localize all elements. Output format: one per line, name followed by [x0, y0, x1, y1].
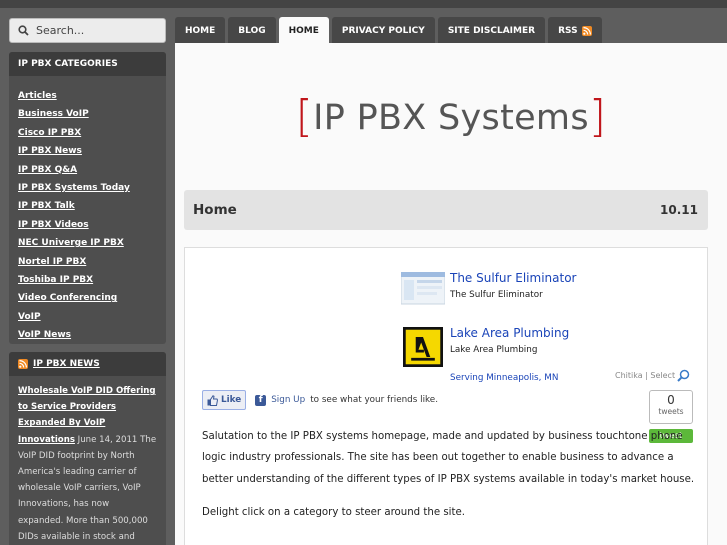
category-link-nortel-ip-pbx[interactable]: Nortel IP PBX	[18, 257, 86, 267]
category-link-articles[interactable]: Articles	[18, 91, 57, 101]
news-heading[interactable]: IP PBX NEWS	[9, 352, 166, 376]
category-link-video-conferencing[interactable]: Video Conferencing	[18, 293, 117, 303]
search-icon	[18, 25, 29, 36]
category-link-ip-pbx-news[interactable]: IP PBX News	[18, 146, 82, 156]
news-panel: IP PBX NEWS Wholesale VoIP DID Offering …	[9, 352, 166, 545]
tab-blog[interactable]: BLOG	[228, 17, 276, 44]
category-link-ip-pbx-systems-today[interactable]: IP PBX Systems Today	[18, 183, 130, 193]
category-link-ip-pbx-qa[interactable]: IP PBX Q&A	[18, 165, 77, 175]
ad-subtitle: Lake Area Plumbing	[450, 345, 538, 355]
rss-icon	[18, 359, 28, 369]
page-header: Home 10.11	[184, 190, 708, 230]
category-link-nec-univerge[interactable]: NEC Univerge IP PBX	[18, 238, 124, 248]
category-link-toshiba-ip-pbx[interactable]: Toshiba IP PBX	[18, 275, 93, 285]
news-heading-label: IP PBX NEWS	[33, 359, 100, 369]
category-link-business-voip[interactable]: Business VoIP	[18, 109, 89, 119]
site-logo[interactable]: [IP PBX Systems]	[175, 91, 727, 142]
body-text: Salutation to the IP PBX systems homepag…	[202, 426, 697, 523]
facebook-like-button[interactable]: Like	[202, 390, 247, 410]
main-content: [IP PBX Systems] Home 10.11 The Sulfur E…	[175, 43, 727, 545]
ad-title[interactable]: Lake Area Plumbing	[450, 326, 569, 340]
tab-site-disclaimer[interactable]: SITE DISCLAIMER	[437, 17, 546, 44]
category-link-voip[interactable]: VoIP	[18, 312, 41, 322]
ad-subtitle: The Sulfur Eliminator	[450, 290, 543, 300]
logo-bracket-left: [	[295, 91, 314, 142]
rss-icon	[581, 25, 592, 36]
thumbs-up-icon	[207, 394, 218, 406]
category-link-ip-pbx-videos[interactable]: IP PBX Videos	[18, 220, 89, 230]
tweet-counter: 0 tweets	[649, 390, 693, 424]
tweet-count-label: tweets	[658, 407, 684, 416]
like-label: Like	[221, 395, 242, 405]
ad-thumbnail-image	[401, 272, 445, 305]
tab-rss-label: RSS	[558, 25, 578, 36]
facebook-like-bar: Like f Sign Up to see what your friends …	[202, 390, 438, 410]
news-item: Wholesale VoIP DID Offering to Service P…	[9, 376, 166, 545]
category-list: Articles Business VoIP Cisco IP PBX IP P…	[9, 76, 166, 340]
page-version: 10.11	[660, 203, 698, 217]
tweet-count: 0	[667, 393, 675, 407]
yellow-pages-icon	[403, 327, 443, 367]
instruction-paragraph: Delight click on a category to steer aro…	[202, 506, 465, 518]
ad-location-link[interactable]: Serving Minneapolis, MN	[450, 373, 558, 383]
logo-bracket-right: ]	[588, 91, 607, 142]
chitika-label[interactable]: Chitika | Select	[615, 369, 690, 382]
search-box[interactable]	[9, 18, 166, 43]
tab-home[interactable]: HOME	[175, 17, 226, 44]
category-link-cisco-ip-pbx[interactable]: Cisco IP PBX	[18, 128, 81, 138]
page-title: Home	[193, 202, 237, 218]
categories-heading: IP PBX CATEGORIES	[9, 52, 166, 76]
search-input[interactable]	[36, 24, 156, 37]
chitika-text: Chitika | Select	[615, 371, 676, 380]
content-box: The Sulfur Eliminator The Sulfur Elimina…	[184, 247, 708, 545]
categories-panel: IP PBX CATEGORIES Articles Business VoIP…	[9, 52, 166, 344]
category-link-ip-pbx-talk[interactable]: IP PBX Talk	[18, 201, 75, 211]
news-item-excerpt: The VoIP DID footprint by North America'…	[18, 434, 157, 542]
tab-rss[interactable]: RSS	[548, 17, 602, 44]
ad-title[interactable]: The Sulfur Eliminator	[450, 271, 576, 285]
category-link-voip-news[interactable]: VoIP News	[18, 330, 71, 340]
tab-home-active[interactable]: HOME	[278, 17, 329, 44]
intro-paragraph: Salutation to the IP PBX systems homepag…	[202, 431, 695, 485]
top-bar	[0, 0, 727, 8]
logo-text: IP PBX Systems	[313, 98, 589, 138]
tab-privacy-policy[interactable]: PRIVACY POLICY	[331, 17, 435, 44]
magnifier-icon	[677, 369, 690, 382]
news-item-date: June 14, 2011	[77, 434, 138, 445]
main-nav: HOME BLOG HOME PRIVACY POLICY SITE DISCL…	[175, 17, 602, 44]
facebook-signup-suffix: to see what your friends like.	[310, 395, 439, 405]
facebook-icon: f	[255, 394, 267, 406]
facebook-signup-link[interactable]: Sign Up	[271, 395, 305, 405]
